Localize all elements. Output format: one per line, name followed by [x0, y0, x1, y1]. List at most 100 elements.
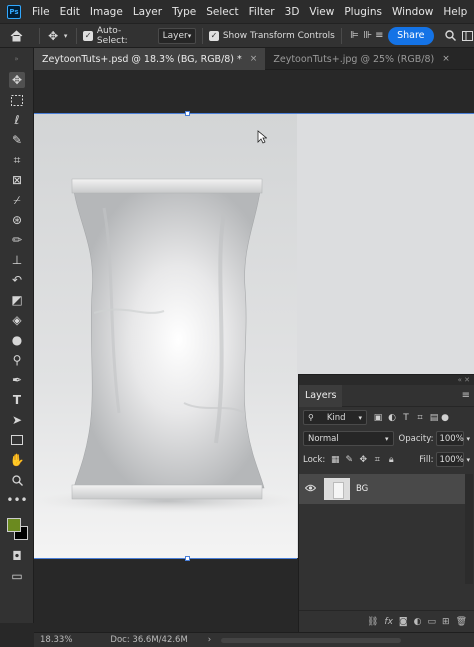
visibility-eye-icon[interactable]: [304, 484, 317, 495]
marquee-tool-icon[interactable]: [9, 92, 25, 108]
layer-style-icon[interactable]: fx: [384, 617, 393, 627]
collapse-icon[interactable]: »: [0, 48, 33, 70]
menu-select[interactable]: Select: [201, 6, 243, 18]
group-folder-icon[interactable]: ▭: [428, 617, 437, 627]
menu-image[interactable]: Image: [85, 6, 128, 18]
history-brush-icon[interactable]: ↶: [9, 272, 25, 288]
frame-tool-icon[interactable]: ⊠: [9, 172, 25, 188]
filter-kind-dropdown[interactable]: ⚲ Kind ▾: [303, 410, 367, 425]
menu-layer[interactable]: Layer: [128, 6, 167, 18]
chevron-down-icon[interactable]: ▾: [61, 32, 71, 40]
filter-pixel-icon[interactable]: ▣: [371, 411, 385, 425]
link-layers-icon[interactable]: ⛓︎: [367, 617, 378, 627]
menu-edit[interactable]: Edit: [55, 6, 85, 18]
tab-zeytoontuts-jpg[interactable]: ZeytoonTuts+.jpg @ 25% (RGB/8) ×: [265, 48, 457, 70]
type-tool-icon[interactable]: T: [9, 392, 25, 408]
transform-handle-top[interactable]: [185, 111, 190, 116]
layer-row-bg[interactable]: BG: [299, 474, 465, 504]
filter-type-icon[interactable]: T: [399, 411, 413, 425]
quick-mask-icon[interactable]: ◘: [9, 548, 25, 564]
hand-tool-icon[interactable]: ✋: [9, 452, 25, 468]
lock-image-icon[interactable]: ✎: [342, 453, 356, 467]
chevron-down-icon[interactable]: ▾: [466, 435, 470, 443]
cursor-icon: [257, 130, 268, 147]
zoom-level[interactable]: 18.33%: [40, 635, 72, 645]
pen-tool-icon[interactable]: ✒: [9, 372, 25, 388]
zoom-tool-icon[interactable]: [9, 472, 25, 488]
horizontal-scrollbar[interactable]: [221, 637, 402, 643]
screen-mode-icon[interactable]: ▭: [9, 568, 25, 584]
opacity-label: Opacity:: [398, 433, 434, 444]
align-left-icon[interactable]: ⊫: [348, 30, 361, 41]
close-icon[interactable]: ×: [250, 54, 258, 64]
magic-wand-icon[interactable]: ✎: [9, 132, 25, 148]
filter-smart-object-icon[interactable]: ▤: [427, 411, 441, 425]
photoshop-logo: Ps: [7, 4, 21, 19]
adjustment-layer-icon[interactable]: ◐: [414, 617, 422, 627]
align-center-icon[interactable]: ⊪: [361, 30, 374, 41]
eyedropper-icon[interactable]: ⌿: [9, 192, 25, 208]
eraser-tool-icon[interactable]: ◩: [9, 292, 25, 308]
menu-view[interactable]: View: [304, 6, 339, 18]
blend-mode-dropdown[interactable]: Normal ▾: [303, 431, 394, 446]
brush-tool-icon[interactable]: ✏: [9, 232, 25, 248]
menu-window[interactable]: Window: [387, 6, 438, 18]
panel-menu-icon[interactable]: ≡: [462, 390, 470, 401]
chevron-right-icon[interactable]: ›: [208, 635, 211, 645]
filter-shape-icon[interactable]: ⌗: [413, 411, 427, 425]
path-selection-icon[interactable]: ➤: [9, 412, 25, 428]
canvas-bottom-edge: [34, 558, 297, 559]
fill-field[interactable]: 100%: [436, 452, 465, 467]
more-tools-icon[interactable]: •••: [6, 492, 27, 508]
lock-label: Lock:: [303, 454, 326, 465]
doc-size[interactable]: Doc: 36.6M/42.6M: [110, 635, 187, 645]
lock-position-icon[interactable]: ✥: [356, 453, 370, 467]
delete-layer-icon[interactable]: 🗑︎: [456, 617, 467, 627]
menu-filter[interactable]: Filter: [244, 6, 280, 18]
share-button[interactable]: Share: [388, 26, 434, 45]
search-icon: ⚲: [308, 413, 314, 422]
move-tool-icon[interactable]: ✥: [45, 29, 60, 43]
workspace-icon[interactable]: [461, 30, 474, 41]
stamp-tool-icon[interactable]: ⊥: [9, 252, 25, 268]
menu-help[interactable]: Help: [438, 6, 472, 18]
lock-all-icon[interactable]: 🔒︎: [384, 453, 398, 467]
fill-label: Fill:: [419, 454, 434, 465]
panel-collapse-icon[interactable]: « ✕: [299, 375, 474, 385]
align-right-icon[interactable]: ≡: [375, 30, 385, 41]
new-layer-icon[interactable]: ⊞: [442, 617, 450, 627]
rectangle-tool-icon[interactable]: [9, 432, 25, 448]
filter-toggle-icon[interactable]: ●: [441, 411, 449, 425]
paint-bucket-icon[interactable]: ◈: [9, 312, 25, 328]
move-tool-icon[interactable]: ✥: [9, 72, 25, 88]
add-mask-icon[interactable]: ◙: [399, 617, 408, 627]
search-icon[interactable]: [440, 30, 461, 41]
lock-row: Lock: ▦ ✎ ✥ ⌗ 🔒︎ Fill: 100% ▾: [299, 449, 474, 470]
dodge-tool-icon[interactable]: ⚲: [9, 352, 25, 368]
opacity-field[interactable]: 100%: [436, 431, 465, 446]
blur-tool-icon[interactable]: ●: [9, 332, 25, 348]
auto-select-checkbox[interactable]: ✓: [83, 30, 93, 41]
crop-tool-icon[interactable]: ⌗: [9, 152, 25, 168]
lock-transparent-icon[interactable]: ▦: [328, 453, 342, 467]
document-canvas[interactable]: [34, 113, 297, 558]
chevron-down-icon[interactable]: ▾: [466, 456, 470, 464]
lasso-tool-icon[interactable]: ℓ: [9, 112, 25, 128]
transform-controls-checkbox[interactable]: ✓: [209, 30, 219, 41]
menu-file[interactable]: File: [27, 6, 55, 18]
foreground-color-swatch[interactable]: [7, 518, 21, 532]
lock-artboard-icon[interactable]: ⌗: [370, 453, 384, 467]
tab-layers[interactable]: Layers: [299, 384, 343, 407]
transform-handle-bottom[interactable]: [185, 556, 190, 561]
menu-plugins[interactable]: Plugins: [339, 6, 387, 18]
layers-scrollbar[interactable]: [465, 474, 473, 584]
menu-type[interactable]: Type: [167, 6, 201, 18]
close-icon[interactable]: ×: [442, 54, 450, 64]
auto-select-dropdown[interactable]: Layer ▾: [157, 27, 197, 44]
home-icon[interactable]: [0, 29, 33, 42]
menu-3d[interactable]: 3D: [280, 6, 305, 18]
tab-zeytoontuts-psd[interactable]: ZeytoonTuts+.psd @ 18.3% (BG, RGB/8) * ×: [34, 48, 266, 70]
filter-adjustment-icon[interactable]: ◐: [385, 411, 399, 425]
healing-brush-icon[interactable]: ⊛: [9, 212, 25, 228]
fill-value: 100%: [439, 454, 464, 465]
